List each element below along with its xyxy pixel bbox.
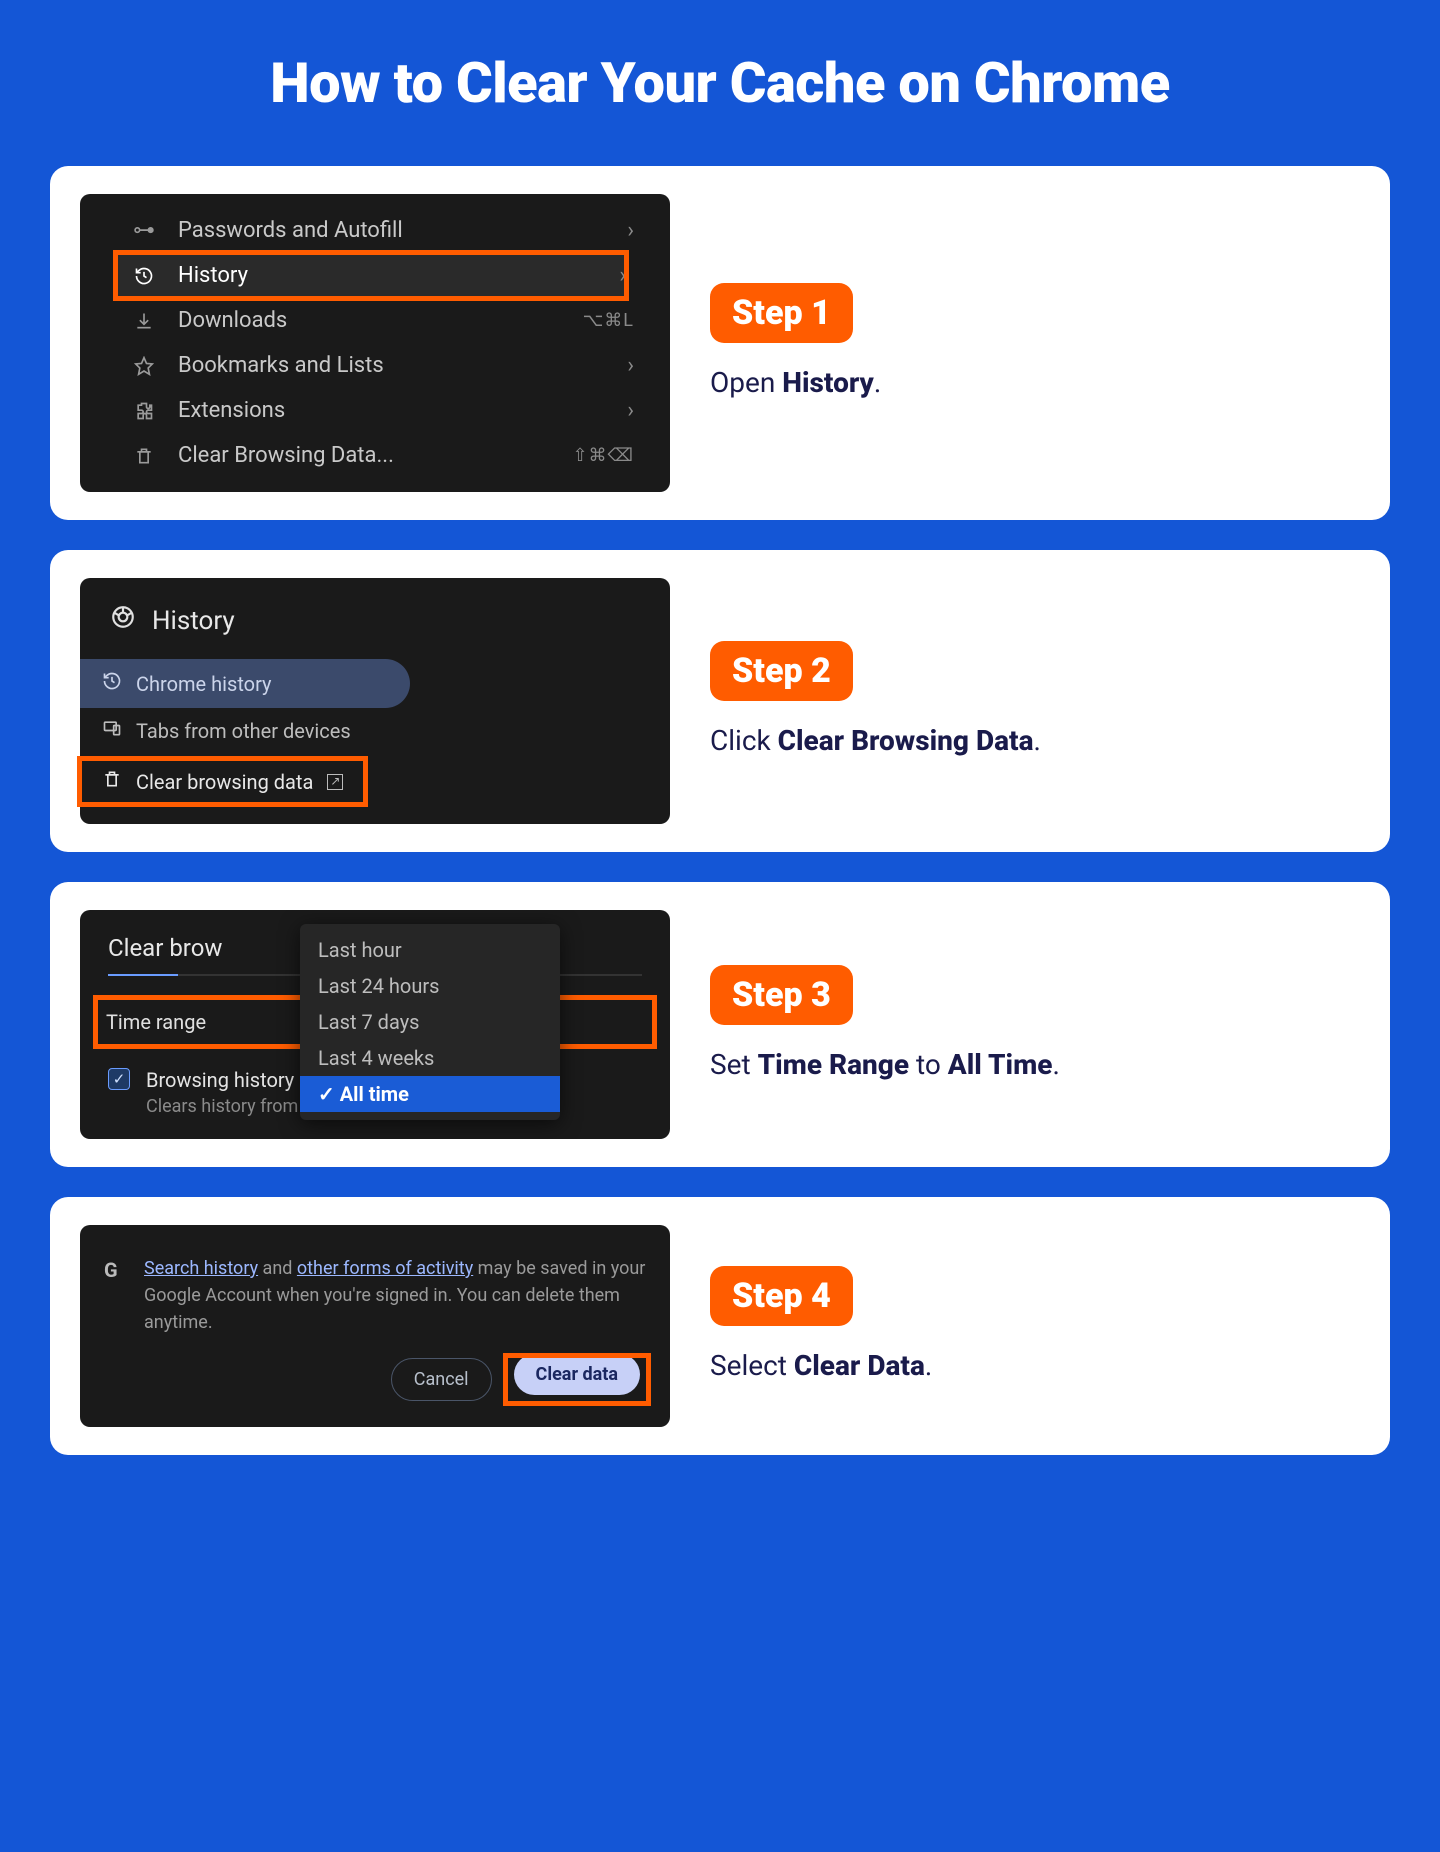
dialog-buttons: Cancel Clear data [104, 1358, 646, 1401]
menu-label: Clear Browsing Data... [178, 443, 550, 468]
menu-label: Bookmarks and Lists [178, 353, 605, 378]
chevron-right-icon: › [619, 263, 626, 288]
menu-downloads[interactable]: Downloads ⌥⌘L [80, 298, 670, 343]
info-text: Search history and other forms of activi… [144, 1255, 646, 1336]
item-label: Tabs from other devices [136, 719, 351, 743]
menu-bookmarks[interactable]: Bookmarks and Lists › [80, 343, 670, 388]
trash-icon [132, 446, 156, 466]
step-1-instruction: Step 1 Open History. [710, 283, 1360, 402]
chrome-history-item[interactable]: Chrome history [80, 659, 410, 708]
text: Set [710, 1048, 758, 1081]
text-bold: Clear Data [794, 1349, 925, 1382]
instruction-text: Set Time Range to All Time. [710, 1045, 1360, 1084]
puzzle-icon [132, 401, 156, 421]
external-link-icon [327, 774, 343, 790]
step-1-screenshot: ⊶ Passwords and Autofill › History › Dow… [80, 194, 670, 492]
header-label: History [152, 606, 235, 636]
text: Open [710, 366, 782, 399]
step-3-card: Clear brow Last hour Last 24 hours Last … [50, 882, 1390, 1167]
option-last-hour[interactable]: Last hour [300, 932, 560, 968]
checkbox-checked-icon[interactable]: ✓ [108, 1068, 130, 1090]
key-icon: ⊶ [132, 218, 156, 243]
history-icon [132, 266, 156, 286]
text-bold: All Time [948, 1048, 1053, 1081]
step-2-card: History Chrome history Tabs from other d… [50, 550, 1390, 852]
shortcut: ⇧⌘⌫ [572, 445, 634, 466]
menu-label: Passwords and Autofill [178, 218, 605, 243]
instruction-text: Click Clear Browsing Data. [710, 721, 1360, 760]
step-badge: Step 1 [710, 283, 853, 343]
text: . [874, 366, 881, 399]
instruction-text: Open History. [710, 363, 1360, 402]
menu-extensions[interactable]: Extensions › [80, 388, 670, 433]
step-4-instruction: Step 4 Select Clear Data. [710, 1266, 1360, 1385]
chevron-right-icon: › [627, 353, 634, 378]
step-2-screenshot: History Chrome history Tabs from other d… [80, 578, 670, 824]
history-icon [102, 671, 122, 696]
devices-icon [102, 718, 122, 743]
menu-label: History [178, 263, 597, 288]
tabs-from-devices[interactable]: Tabs from other devices [80, 708, 670, 753]
menu-passwords[interactable]: ⊶ Passwords and Autofill › [80, 208, 670, 253]
step-3-instruction: Step 3 Set Time Range to All Time. [710, 965, 1360, 1084]
time-range-dropdown[interactable]: Last hour Last 24 hours Last 7 days Last… [300, 924, 560, 1120]
clear-browsing-data[interactable]: Clear browsing data [80, 759, 365, 804]
menu-label: Downloads [178, 308, 561, 333]
menu-clear-data[interactable]: Clear Browsing Data... ⇧⌘⌫ [80, 433, 670, 478]
highlight-box: Clear data [508, 1358, 646, 1401]
clear-data-button[interactable]: Clear data [514, 1354, 640, 1395]
step-4-card: G Search history and other forms of acti… [50, 1197, 1390, 1455]
other-activity-link[interactable]: other forms of activity [297, 1258, 473, 1279]
menu-label: Extensions [178, 398, 605, 423]
option-last-4w[interactable]: Last 4 weeks [300, 1040, 560, 1076]
option-last-7d[interactable]: Last 7 days [300, 1004, 560, 1040]
step-2-instruction: Step 2 Click Clear Browsing Data. [710, 641, 1360, 760]
text-bold: Time Range [758, 1048, 909, 1081]
chevron-right-icon: › [627, 218, 634, 243]
option-all-time[interactable]: All time [300, 1076, 560, 1112]
text: to [909, 1048, 948, 1081]
text: and [258, 1258, 297, 1279]
page-title: How to Clear Your Cache on Chrome [50, 50, 1390, 116]
text-bold: Clear Browsing Data [778, 724, 1034, 757]
item-label: Clear browsing data [136, 770, 313, 794]
star-icon [132, 356, 156, 376]
chrome-icon [110, 604, 136, 637]
text: . [1052, 1048, 1059, 1081]
trash-icon [102, 769, 122, 794]
step-badge: Step 2 [710, 641, 853, 701]
history-header: History [80, 578, 670, 659]
download-icon [132, 311, 156, 331]
option-last-24h[interactable]: Last 24 hours [300, 968, 560, 1004]
chevron-right-icon: › [627, 398, 634, 423]
text: . [925, 1349, 932, 1382]
range-label: Time range [106, 1010, 206, 1034]
item-label: Chrome history [136, 672, 272, 696]
text-bold: History [782, 366, 874, 399]
google-icon: G [104, 1255, 128, 1285]
cancel-button[interactable]: Cancel [391, 1358, 492, 1401]
shortcut: ⌥⌘L [583, 310, 634, 331]
step-badge: Step 3 [710, 965, 853, 1025]
step-4-screenshot: G Search history and other forms of acti… [80, 1225, 670, 1427]
text: Select [710, 1349, 794, 1382]
instruction-text: Select Clear Data. [710, 1346, 1360, 1385]
search-history-link[interactable]: Search history [144, 1258, 258, 1279]
google-info: G Search history and other forms of acti… [104, 1255, 646, 1336]
step-3-screenshot: Clear brow Last hour Last 24 hours Last … [80, 910, 670, 1139]
menu-history[interactable]: History › [116, 253, 626, 298]
step-1-card: ⊶ Passwords and Autofill › History › Dow… [50, 166, 1390, 520]
step-badge: Step 4 [710, 1266, 853, 1326]
text: Click [710, 724, 778, 757]
text: . [1034, 724, 1041, 757]
